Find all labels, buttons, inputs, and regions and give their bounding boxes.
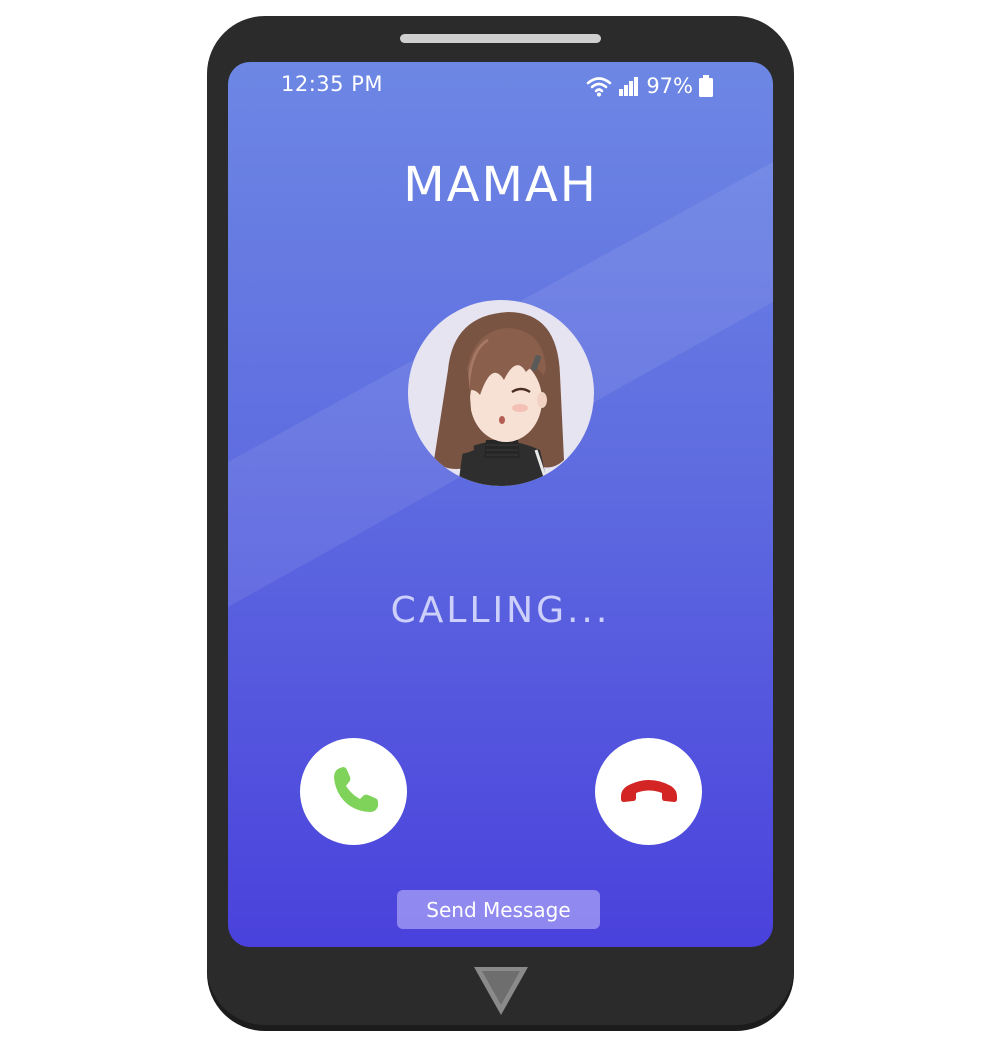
wifi-icon	[586, 75, 612, 97]
status-bar: 12:35 PM 97%	[228, 72, 773, 102]
call-status: CALLING...	[390, 590, 611, 631]
phone-accept-icon	[326, 762, 382, 822]
phone-screen: 12:35 PM 97% MAMAH CALLING... Send Messa…	[228, 62, 773, 947]
anime-girl-avatar-icon	[434, 312, 564, 486]
triangle-down-icon	[474, 967, 528, 1015]
send-message-button[interactable]: Send Message	[397, 890, 600, 929]
home-button[interactable]	[472, 965, 530, 1017]
phone-decline-icon	[617, 770, 681, 814]
contact-name: MAMAH	[403, 157, 598, 213]
battery-icon	[699, 75, 713, 97]
status-time: 12:35 PM	[281, 72, 383, 96]
status-indicators: 97%	[586, 74, 713, 98]
contact-avatar	[408, 300, 594, 486]
phone-speaker	[400, 34, 601, 43]
signal-icon	[618, 75, 640, 97]
decline-call-button[interactable]	[595, 738, 702, 845]
battery-percent: 97%	[646, 74, 693, 98]
phone-device: 12:35 PM 97% MAMAH CALLING... Send Messa…	[207, 16, 794, 1031]
accept-call-button[interactable]	[300, 738, 407, 845]
